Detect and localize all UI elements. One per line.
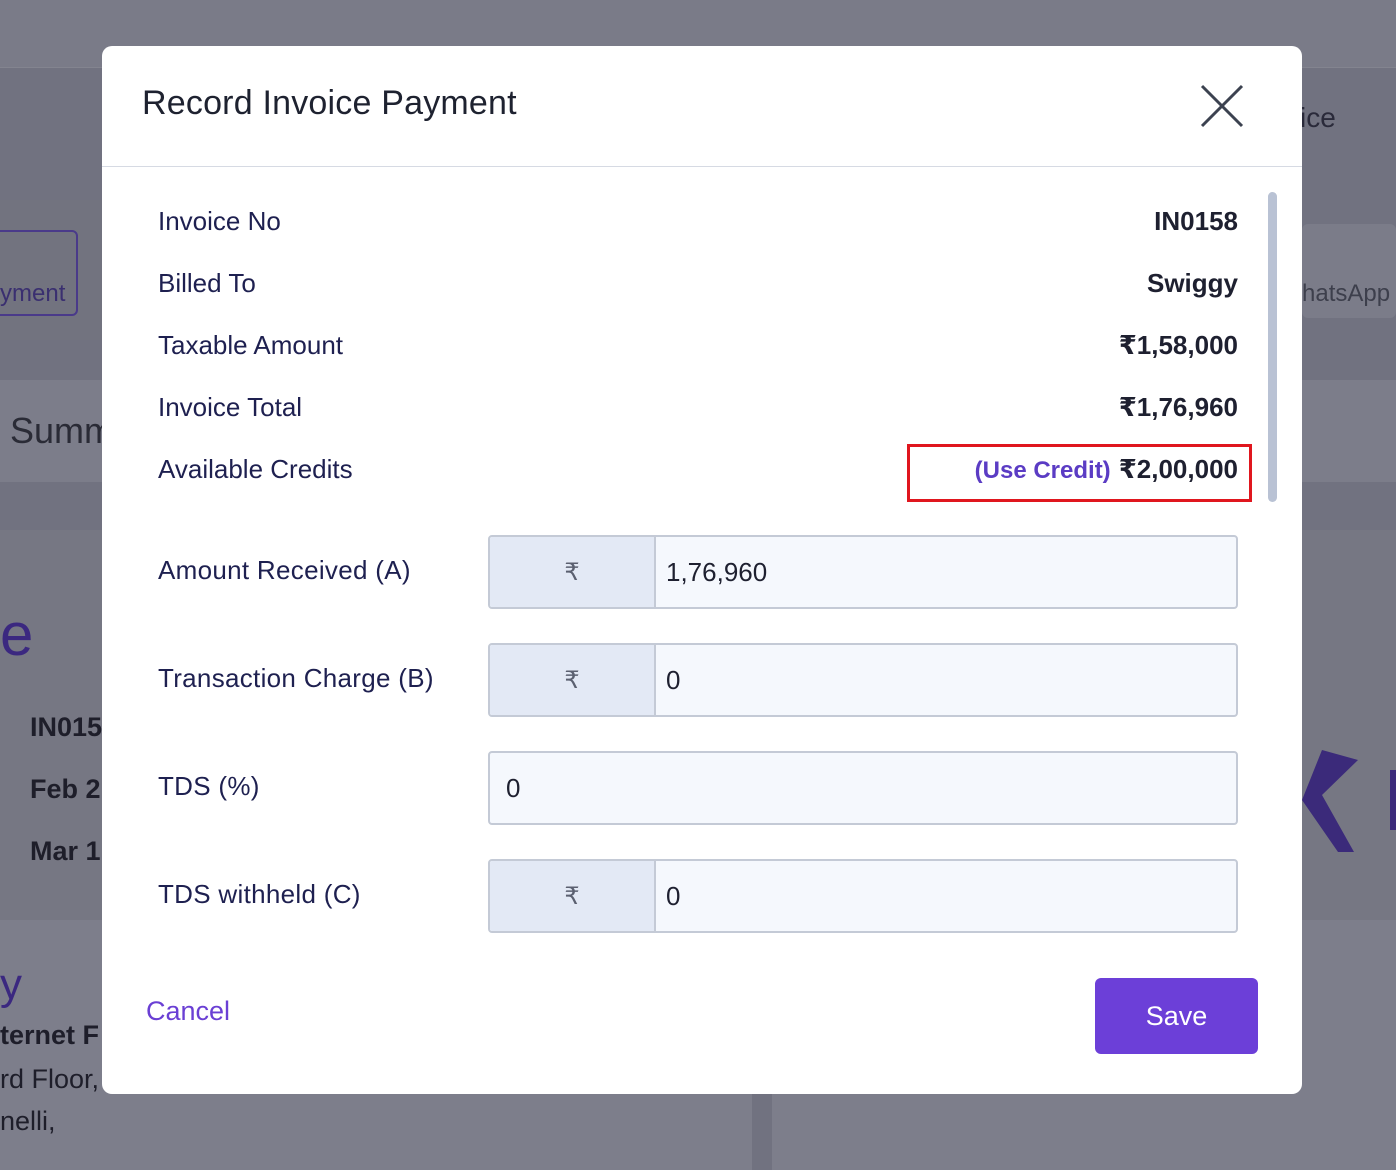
- tds-percent-row: TDS (%): [158, 751, 1238, 827]
- tds-percent-field: [488, 751, 1238, 825]
- background-text-invoice-no: IN015: [30, 712, 103, 742]
- background-text-summ: Summ: [10, 410, 115, 451]
- background-text-whatsapp: hatsApp: [1302, 280, 1391, 307]
- taxable-amount-label: Taxable Amount: [158, 330, 344, 360]
- background-logo-icon: [1302, 750, 1396, 852]
- background-summary-tab-right: [1302, 380, 1396, 482]
- rupee-prefix: ₹: [490, 861, 656, 931]
- modal-title: Record Invoice Payment: [142, 84, 517, 122]
- info-row-invoice-total: Invoice Total ₹1,76,960: [158, 392, 1238, 432]
- background-text-floor: rd Floor,: [0, 1064, 100, 1094]
- tds-percent-input[interactable]: [490, 753, 1236, 823]
- cancel-button[interactable]: Cancel: [146, 996, 230, 1027]
- tds-withheld-field: ₹: [488, 859, 1238, 933]
- amount-received-label: Amount Received (A): [158, 555, 411, 585]
- available-credits-label: Available Credits: [158, 454, 353, 484]
- rupee-prefix: ₹: [490, 645, 656, 715]
- transaction-charge-label: Transaction Charge (B): [158, 663, 434, 693]
- amount-received-input[interactable]: [656, 537, 1236, 607]
- record-invoice-payment-modal: Record Invoice Payment Invoice No IN0158…: [102, 46, 1302, 1094]
- tds-withheld-row: TDS withheld (C) ₹: [158, 859, 1238, 935]
- rupee-prefix: ₹: [490, 537, 656, 607]
- tds-withheld-label: TDS withheld (C): [158, 879, 361, 909]
- invoice-no-value: IN0158: [1154, 206, 1238, 236]
- invoice-no-label: Invoice No: [158, 206, 281, 236]
- info-row-taxable-amount: Taxable Amount ₹1,58,000: [158, 330, 1238, 370]
- background-text-internet: ternet F: [0, 1020, 100, 1050]
- background-text-e: e: [0, 601, 34, 668]
- background-text-nelli: nelli,: [0, 1106, 56, 1136]
- billed-to-value: Swiggy: [1146, 268, 1238, 298]
- save-button[interactable]: Save: [1095, 978, 1258, 1054]
- background-text-yment: yment: [0, 280, 66, 307]
- transaction-charge-row: Transaction Charge (B) ₹: [158, 643, 1238, 719]
- background-text-feb: Feb 2: [30, 774, 101, 804]
- transaction-charge-input[interactable]: [656, 645, 1236, 715]
- use-credit-highlight-box: [907, 444, 1252, 502]
- background-invoice-panel-right: [1302, 530, 1396, 920]
- modal-scrollbar[interactable]: [1268, 192, 1277, 502]
- billed-to-label: Billed To: [158, 268, 256, 298]
- tds-percent-label: TDS (%): [158, 771, 260, 801]
- modal-header: Record Invoice Payment: [102, 46, 1302, 167]
- amount-received-row: Amount Received (A) ₹: [158, 535, 1238, 611]
- invoice-total-label: Invoice Total: [158, 392, 303, 422]
- tds-withheld-input[interactable]: [656, 861, 1236, 931]
- amount-received-field: ₹: [488, 535, 1238, 609]
- transaction-charge-field: ₹: [488, 643, 1238, 717]
- close-button[interactable]: [1198, 82, 1246, 130]
- background-text-y: y: [0, 960, 22, 1009]
- background-text-mar: Mar 1: [30, 836, 101, 866]
- info-row-invoice-no: Invoice No IN0158: [158, 206, 1238, 246]
- close-icon: [1200, 84, 1244, 128]
- info-row-billed-to: Billed To Swiggy: [158, 268, 1238, 308]
- taxable-amount-value: ₹1,58,000: [1118, 330, 1238, 360]
- invoice-total-value: ₹1,76,960: [1118, 392, 1238, 422]
- background-text-ice: ice: [1300, 102, 1336, 133]
